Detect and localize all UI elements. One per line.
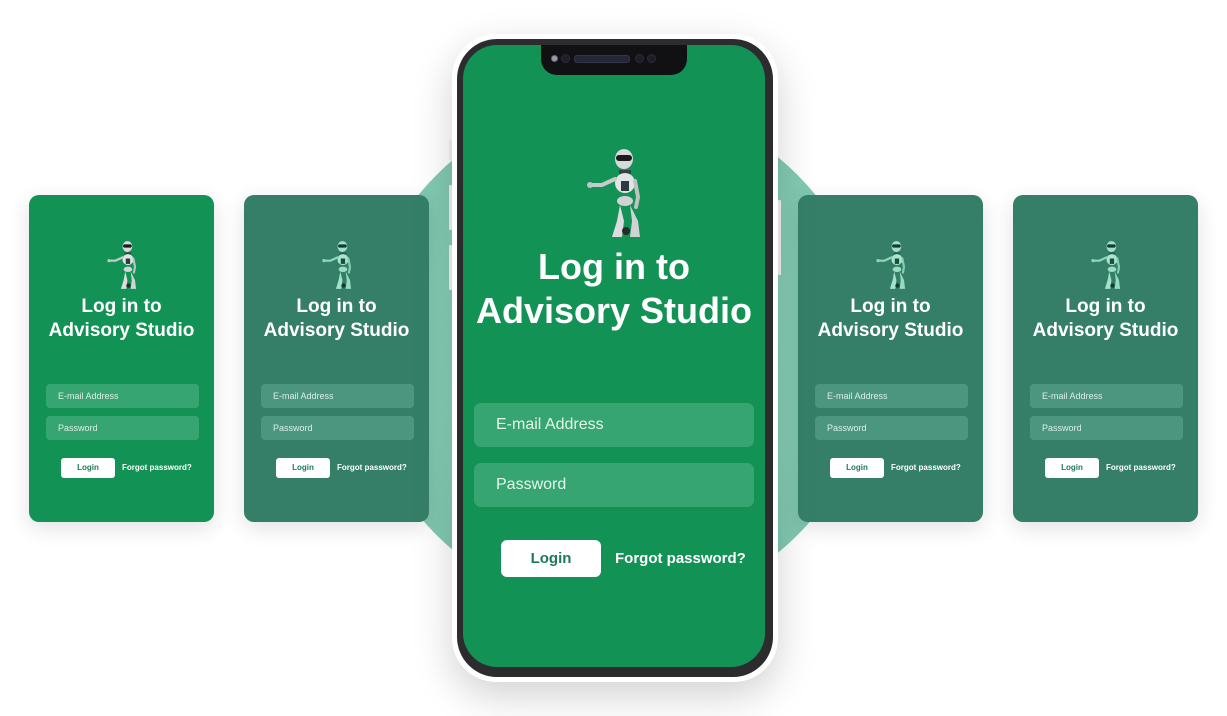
title-line-2: Advisory Studio (1032, 320, 1179, 341)
login-button[interactable]: Login (830, 458, 884, 478)
login-button[interactable]: Login (501, 540, 601, 577)
forgot-password-link[interactable]: Forgot password? (122, 458, 192, 478)
email-field[interactable]: E-mail Address (474, 403, 754, 447)
title-line-2: Advisory Studio (48, 320, 195, 341)
camera-dot-icon (551, 55, 558, 62)
phone-notch (541, 45, 687, 75)
forgot-password-link[interactable]: Forgot password? (615, 540, 746, 577)
email-field[interactable]: E-mail Address (46, 384, 199, 408)
email-field[interactable]: E-mail Address (261, 384, 414, 408)
robot-mascot-icon (585, 147, 642, 239)
phone-mockup: Log in to Advisory Studio E-mail Address … (452, 34, 778, 682)
password-field[interactable]: Password (261, 416, 414, 440)
login-button[interactable]: Login (276, 458, 330, 478)
email-field[interactable]: E-mail Address (1030, 384, 1183, 408)
title-line-1: Log in to (1065, 296, 1146, 317)
password-field[interactable]: Password (1030, 416, 1183, 440)
phone-screen: Log in to Advisory Studio E-mail Address … (463, 45, 765, 667)
forgot-password-link[interactable]: Forgot password? (337, 458, 407, 478)
phone-power-button (778, 200, 781, 275)
password-field[interactable]: Password (46, 416, 199, 440)
robot-mascot-icon (1089, 240, 1121, 290)
password-field[interactable]: Password (474, 463, 754, 507)
login-title: Log in to Advisory Studio (798, 295, 983, 343)
title-line-1: Log in to (81, 296, 162, 317)
speaker-grille-icon (574, 55, 630, 63)
login-card-preview-4: Log in to Advisory Studio E-mail Address … (1013, 195, 1198, 522)
title-line-2: Advisory Studio (475, 290, 753, 331)
title-line-1: Log in to (850, 296, 931, 317)
login-card-preview-1: Log in to Advisory Studio E-mail Address … (29, 195, 214, 522)
sensor-dot-icon (561, 54, 570, 63)
login-button[interactable]: Login (1045, 458, 1099, 478)
sensor-dot-icon (635, 54, 644, 63)
robot-mascot-icon (105, 240, 137, 290)
login-card-preview-2: Log in to Advisory Studio E-mail Address … (244, 195, 429, 522)
forgot-password-link[interactable]: Forgot password? (1106, 458, 1176, 478)
email-field[interactable]: E-mail Address (815, 384, 968, 408)
robot-mascot-icon (874, 240, 906, 290)
password-field[interactable]: Password (815, 416, 968, 440)
login-card-preview-3: Log in to Advisory Studio E-mail Address … (798, 195, 983, 522)
title-line-1: Log in to (538, 246, 690, 287)
sensor-dot-icon (647, 54, 656, 63)
login-button[interactable]: Login (61, 458, 115, 478)
forgot-password-link[interactable]: Forgot password? (891, 458, 961, 478)
title-line-2: Advisory Studio (263, 320, 410, 341)
title-line-2: Advisory Studio (817, 320, 964, 341)
robot-mascot-icon (320, 240, 352, 290)
login-title: Log in to Advisory Studio (463, 245, 765, 333)
login-title: Log in to Advisory Studio (1013, 295, 1198, 343)
title-line-1: Log in to (296, 296, 377, 317)
login-title: Log in to Advisory Studio (29, 295, 214, 343)
login-title: Log in to Advisory Studio (244, 295, 429, 343)
phone-bezel: Log in to Advisory Studio E-mail Address … (457, 39, 773, 677)
